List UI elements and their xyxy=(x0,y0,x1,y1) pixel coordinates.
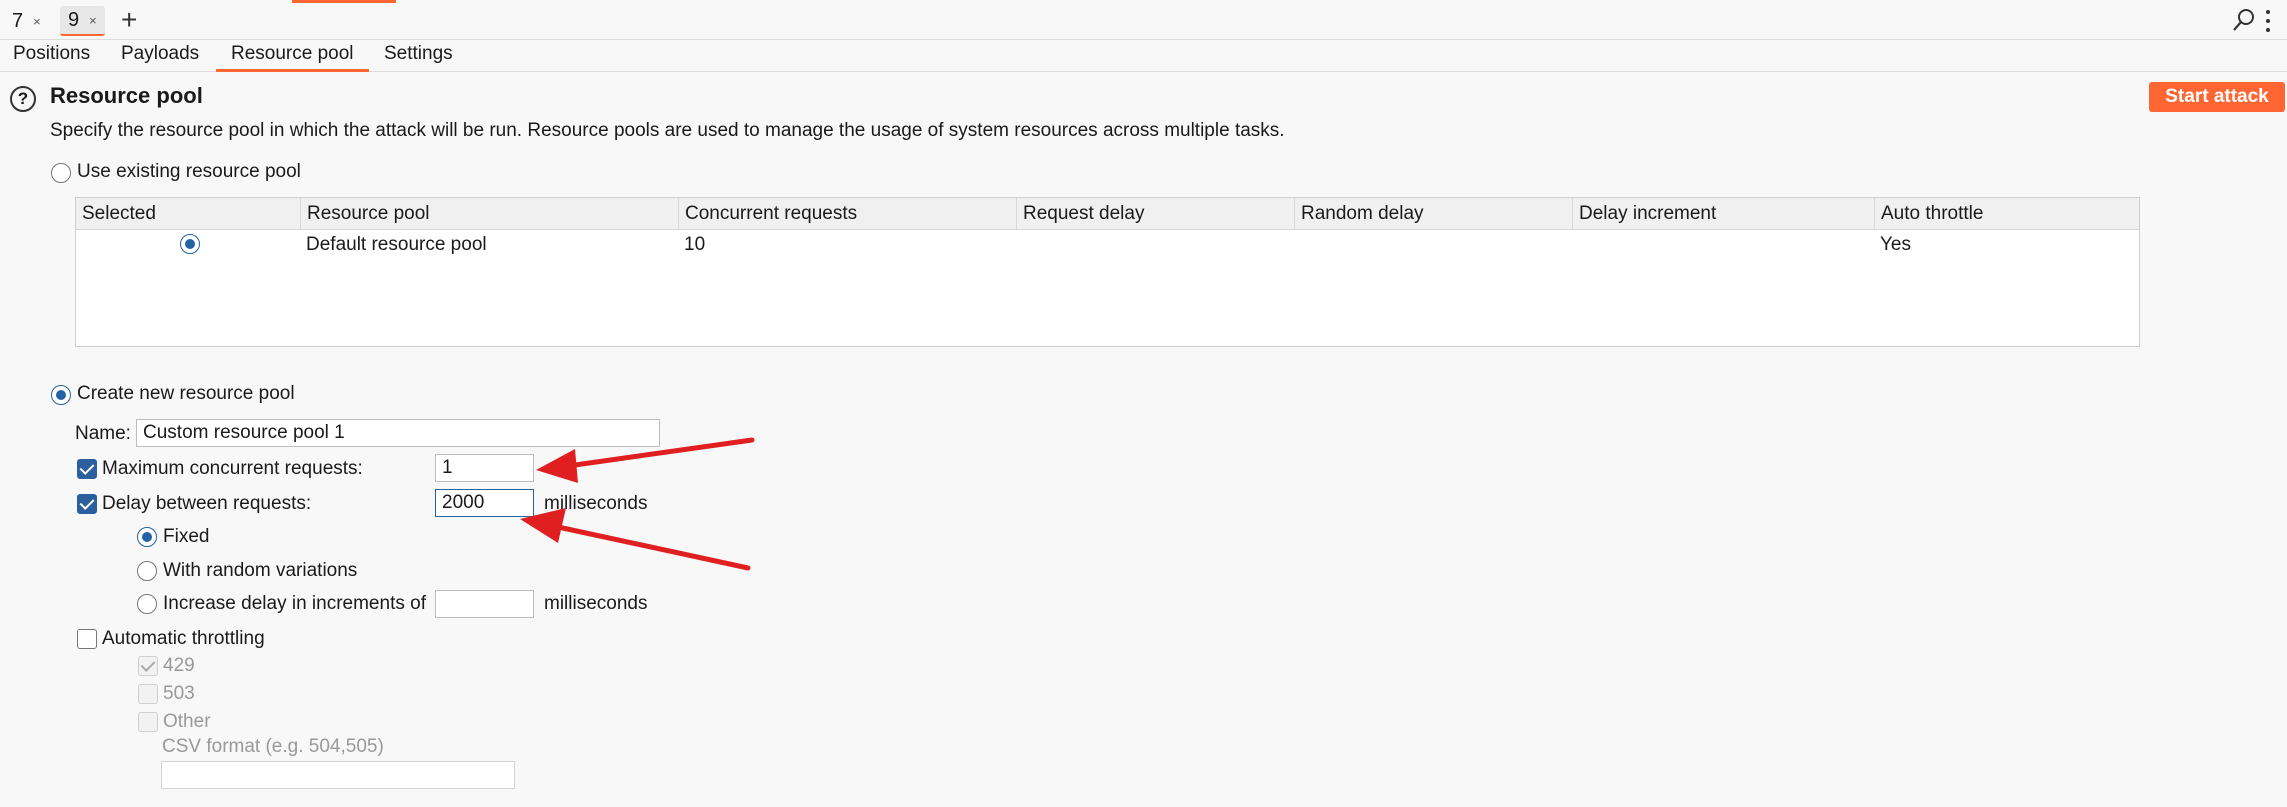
delay-checkbox[interactable] xyxy=(77,494,97,514)
fixed-delay-radio[interactable] xyxy=(137,527,157,547)
csv-format-label: CSV format (e.g. 504,505) xyxy=(162,736,384,757)
help-icon[interactable]: ? xyxy=(10,86,36,112)
code-429-label: 429 xyxy=(163,655,195,676)
increase-delay-label: Increase delay in increments of xyxy=(163,593,426,614)
section-description: Specify the resource pool in which the a… xyxy=(50,120,1285,141)
code-other-checkbox[interactable] xyxy=(138,712,158,732)
use-existing-label: Use existing resource pool xyxy=(77,161,301,182)
column-header[interactable]: Request delay xyxy=(1016,198,1294,230)
close-icon[interactable]: × xyxy=(33,14,41,29)
table-cell-random-delay xyxy=(1294,230,1300,260)
use-existing-radio[interactable] xyxy=(51,163,71,183)
name-label: Name: xyxy=(75,423,131,444)
increment-input[interactable] xyxy=(435,590,534,618)
table-cell-auto-throttle: Yes xyxy=(1880,234,1911,255)
column-header[interactable]: Concurrent requests xyxy=(678,198,1016,230)
create-new-radio[interactable] xyxy=(51,385,71,405)
column-header[interactable]: Delay increment xyxy=(1572,198,1874,230)
table-cell-concurrent: 10 xyxy=(684,234,706,255)
code-429-checkbox[interactable] xyxy=(138,656,158,676)
max-concurrent-label: Maximum concurrent requests: xyxy=(102,458,363,479)
tab-resource-pool[interactable]: Resource pool xyxy=(216,43,369,72)
csv-format-input[interactable] xyxy=(161,761,515,789)
random-variations-label: With random variations xyxy=(163,560,358,581)
resource-pool-table: Selected Resource pool Concurrent reques… xyxy=(75,197,2140,347)
delay-unit-label: milliseconds xyxy=(544,493,648,514)
tab-strip: 7 × 9 × + xyxy=(0,0,2287,40)
column-header[interactable]: Random delay xyxy=(1294,198,1572,230)
start-attack-button[interactable]: Start attack xyxy=(2149,82,2285,112)
code-other-label: Other xyxy=(163,711,211,732)
max-concurrent-checkbox[interactable] xyxy=(77,459,97,479)
search-icon[interactable] xyxy=(2232,8,2256,32)
table-cell-delay-increment xyxy=(1572,230,1578,260)
tab-accent-line xyxy=(292,0,396,3)
section-title: Resource pool xyxy=(50,83,203,108)
max-concurrent-input[interactable] xyxy=(435,454,534,482)
tab-label: 9 xyxy=(68,8,80,31)
attack-subtabs: Positions Payloads Resource pool Setting… xyxy=(0,40,2287,72)
code-503-label: 503 xyxy=(163,683,195,704)
random-variations-radio[interactable] xyxy=(137,561,157,581)
column-header[interactable]: Selected xyxy=(76,198,300,230)
pool-name-input[interactable] xyxy=(136,419,660,447)
close-icon[interactable]: × xyxy=(89,13,97,28)
auto-throttling-label: Automatic throttling xyxy=(102,628,265,649)
arrow-to-delay xyxy=(520,508,751,571)
column-header[interactable]: Resource pool xyxy=(300,198,672,230)
tab-9[interactable]: 9 × xyxy=(60,6,105,36)
increase-delay-radio[interactable] xyxy=(137,594,157,614)
tab-7[interactable]: 7 × xyxy=(4,6,49,36)
fixed-delay-label: Fixed xyxy=(163,526,210,547)
more-options-icon[interactable] xyxy=(2265,10,2271,32)
row-selected-radio[interactable] xyxy=(180,234,200,254)
table-header: Selected Resource pool Concurrent reques… xyxy=(76,198,2139,230)
table-cell-request-delay xyxy=(1016,230,1022,260)
tab-positions[interactable]: Positions xyxy=(13,43,90,69)
create-new-label: Create new resource pool xyxy=(77,383,295,404)
column-header[interactable]: Auto throttle xyxy=(1874,198,2139,230)
table-cell-pool: Default resource pool xyxy=(306,234,487,255)
increment-unit-label: milliseconds xyxy=(544,593,648,614)
delay-input[interactable] xyxy=(435,489,534,517)
tab-settings[interactable]: Settings xyxy=(384,43,453,69)
tab-label: 7 xyxy=(12,9,24,32)
code-503-checkbox[interactable] xyxy=(138,684,158,704)
tab-payloads[interactable]: Payloads xyxy=(121,43,199,69)
delay-label: Delay between requests: xyxy=(102,493,312,514)
add-tab-icon[interactable]: + xyxy=(121,3,137,37)
auto-throttling-checkbox[interactable] xyxy=(77,629,97,649)
